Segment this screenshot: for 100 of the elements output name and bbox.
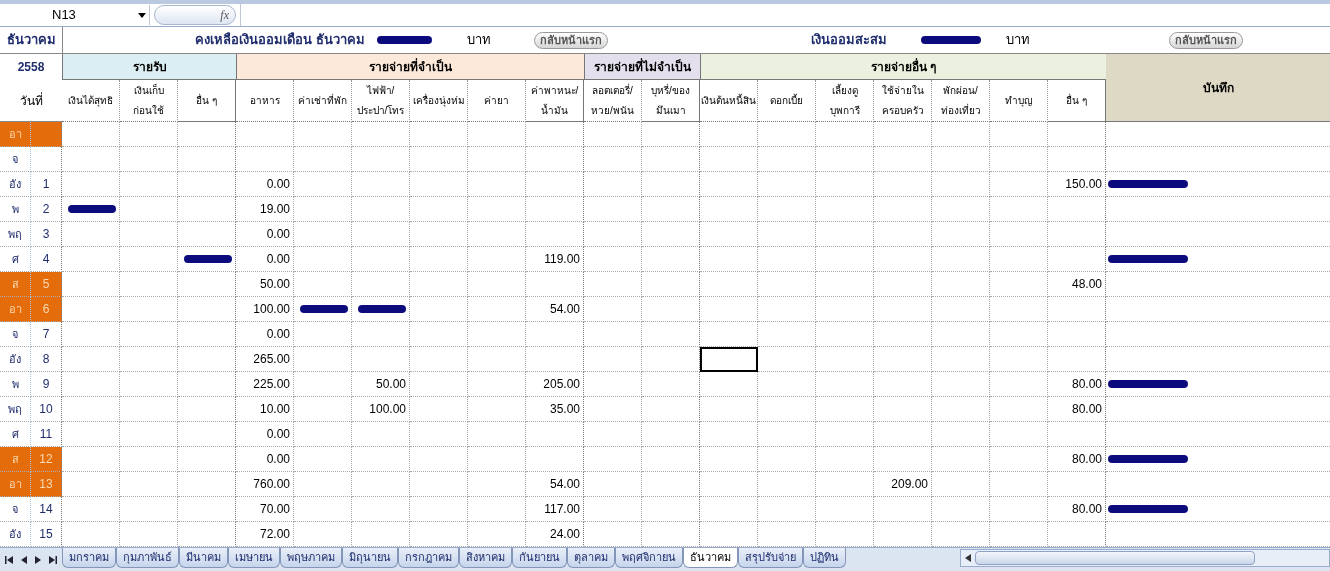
table-cell bbox=[352, 497, 410, 522]
table-cell bbox=[352, 422, 410, 447]
sheet-tab[interactable]: มิถุนายน bbox=[342, 548, 398, 568]
sheet-tab[interactable]: สรุปรับจ่าย bbox=[738, 548, 803, 568]
scroll-left-icon[interactable] bbox=[965, 554, 971, 562]
table-cell bbox=[178, 197, 236, 222]
last-sheet-icon[interactable] bbox=[48, 555, 57, 564]
table-cell bbox=[410, 422, 468, 447]
table-cell bbox=[700, 147, 758, 172]
sheet-tab[interactable]: สิงหาคม bbox=[459, 548, 512, 568]
table-cell bbox=[700, 447, 758, 472]
table-cell bbox=[816, 347, 874, 372]
horizontal-scrollbar[interactable] bbox=[960, 549, 1330, 567]
sheet-tab[interactable]: พฤษภาคม bbox=[280, 548, 342, 568]
table-cell bbox=[874, 497, 932, 522]
table-cell: 119.00 bbox=[526, 247, 584, 272]
day-cell: ส bbox=[0, 447, 31, 472]
table-cell bbox=[178, 447, 236, 472]
sheet-tab[interactable]: มีนาคม bbox=[179, 548, 228, 568]
column-header: เงินต้นหนี้สิน bbox=[700, 80, 758, 122]
table-cell bbox=[700, 372, 758, 397]
table-cell bbox=[932, 297, 990, 322]
function-button[interactable]: fx bbox=[154, 5, 236, 25]
day-cell: ส bbox=[0, 272, 31, 297]
day-cell: อัง bbox=[0, 172, 31, 197]
table-cell bbox=[584, 447, 642, 472]
sheet-tab[interactable]: เมษายน bbox=[228, 548, 280, 568]
day-cell: อา bbox=[0, 297, 31, 322]
table-cell bbox=[62, 347, 120, 372]
table-cell bbox=[932, 197, 990, 222]
table-cell bbox=[990, 247, 1048, 272]
previous-sheet-icon[interactable] bbox=[19, 555, 28, 564]
table-cell: 50.00 bbox=[236, 272, 294, 297]
dropdown-caret-icon[interactable] bbox=[138, 12, 146, 18]
group-header: รายจ่ายที่ไม่จำเป็น bbox=[584, 54, 700, 80]
sheet-tab[interactable]: ตุลาคม bbox=[567, 548, 615, 568]
table-cell bbox=[294, 472, 352, 497]
table-cell bbox=[410, 247, 468, 272]
table-cell bbox=[584, 472, 642, 497]
table-cell bbox=[758, 372, 816, 397]
table-cell bbox=[1048, 297, 1106, 322]
table-cell: 80.00 bbox=[1048, 397, 1106, 422]
table-cell bbox=[352, 472, 410, 497]
table-cell: 265.00 bbox=[236, 347, 294, 372]
sheet-tab[interactable]: กรกฎาคม bbox=[398, 548, 459, 568]
table-cell bbox=[352, 347, 410, 372]
table-cell: 0.00 bbox=[236, 222, 294, 247]
table-cell bbox=[120, 172, 178, 197]
table-cell bbox=[410, 447, 468, 472]
first-sheet-icon[interactable] bbox=[5, 555, 14, 564]
sheet-tab[interactable]: ธันวาคม bbox=[683, 548, 738, 568]
sheet-tab[interactable]: มกราคม bbox=[62, 548, 116, 568]
table-cell bbox=[120, 272, 178, 297]
sheet-tab[interactable]: พฤศจิกายน bbox=[615, 548, 683, 568]
table-cell bbox=[874, 397, 932, 422]
table-cell bbox=[62, 422, 120, 447]
home-button[interactable]: กลับหน้าแรก bbox=[533, 31, 608, 49]
table-cell bbox=[178, 322, 236, 347]
column-header: ค่าพาหนะ/ น้ำมัน bbox=[526, 80, 584, 122]
table-cell bbox=[120, 397, 178, 422]
sheet-tab[interactable]: ปฏิทิน bbox=[803, 548, 846, 568]
sheet-tab[interactable]: กันยายน bbox=[512, 548, 567, 568]
table-cell bbox=[294, 172, 352, 197]
table-cell bbox=[932, 422, 990, 447]
selected-cell[interactable] bbox=[700, 347, 758, 372]
table-cell bbox=[932, 122, 990, 147]
table-cell bbox=[758, 247, 816, 272]
next-sheet-icon[interactable] bbox=[34, 555, 43, 564]
sheet-tab[interactable]: กุมภาพันธ์ bbox=[116, 548, 179, 568]
table-cell bbox=[178, 297, 236, 322]
table-cell bbox=[526, 322, 584, 347]
column-header: เงินเก็บ ก่อนใช้ bbox=[120, 80, 178, 122]
day-cell: พ bbox=[0, 197, 31, 222]
table-cell bbox=[642, 197, 700, 222]
table-cell bbox=[642, 322, 700, 347]
table-cell bbox=[62, 272, 120, 297]
scrollbar-thumb[interactable] bbox=[975, 551, 1255, 565]
table-cell bbox=[816, 447, 874, 472]
table-cell bbox=[294, 397, 352, 422]
table-cell bbox=[874, 297, 932, 322]
table-cell bbox=[642, 447, 700, 472]
home-button[interactable]: กลับหน้าแรก bbox=[1169, 31, 1243, 49]
date-cell: 12 bbox=[31, 447, 62, 472]
table-cell bbox=[584, 197, 642, 222]
table-cell bbox=[584, 322, 642, 347]
table-cell bbox=[178, 497, 236, 522]
table-cell bbox=[642, 397, 700, 422]
unit-label: บาท bbox=[1006, 31, 1031, 50]
redaction-mark bbox=[358, 305, 406, 313]
date-cell: 6 bbox=[31, 297, 62, 322]
date-cell: 11 bbox=[31, 422, 62, 447]
table-cell bbox=[352, 172, 410, 197]
group-header: รายรับ bbox=[62, 54, 236, 80]
table-cell bbox=[932, 347, 990, 372]
year-label: 2558 bbox=[16, 59, 46, 76]
table-cell bbox=[120, 347, 178, 372]
table-cell: 10.00 bbox=[236, 397, 294, 422]
table-cell bbox=[410, 397, 468, 422]
table-cell bbox=[990, 422, 1048, 447]
table-cell bbox=[932, 472, 990, 497]
